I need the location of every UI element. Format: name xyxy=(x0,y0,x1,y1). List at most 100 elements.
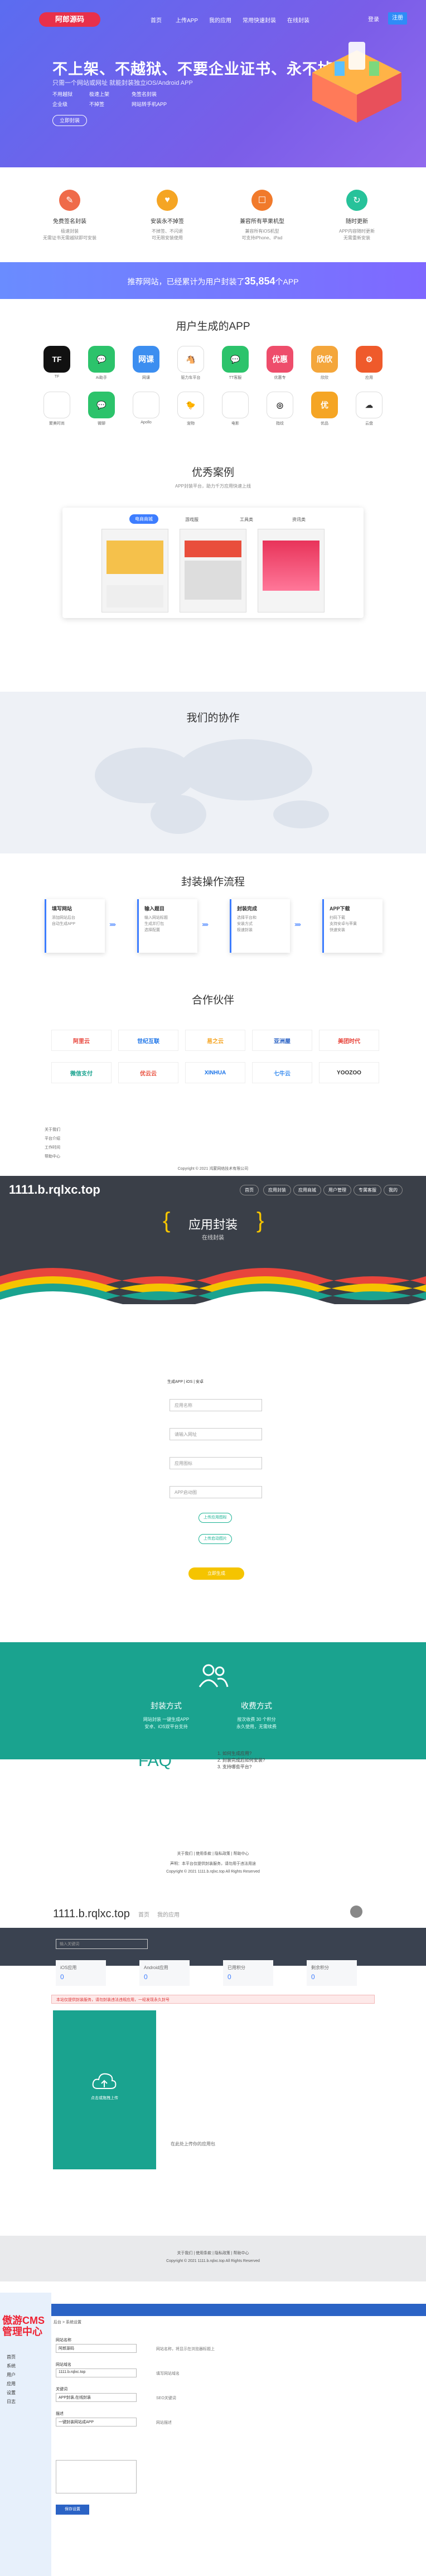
app-icon-item[interactable]: Apollo xyxy=(132,392,161,424)
cases-panel: 电商商城 游戏服 工具类 资讯类 xyxy=(62,508,364,618)
partner-logo[interactable]: 世纪互联 xyxy=(118,1030,178,1051)
nav-online[interactable]: 在线封装 xyxy=(287,16,309,24)
site-domain[interactable]: 1111.b.rqlxc.top xyxy=(9,1183,100,1197)
icon-input[interactable]: 应用图标 xyxy=(170,1457,262,1469)
partner-logo[interactable]: 阿里云 xyxy=(51,1030,112,1051)
partner-logo[interactable]: 微信支付 xyxy=(51,1062,112,1083)
footer-links[interactable]: 关于我们 | 使用条款 | 隐私政策 | 帮助中心 xyxy=(0,1851,426,1856)
app-icon-item[interactable]: ⚙ 应用 xyxy=(355,346,384,380)
faq-item[interactable]: 2. 封装完成后如何安装? xyxy=(217,1757,265,1763)
keywords-input[interactable]: APP封装,在线封装 xyxy=(56,2393,137,2402)
upload-splash-button[interactable]: 上传启动图片 xyxy=(199,1534,232,1544)
platform-radio[interactable]: 生成APP | iOS | 安卓 xyxy=(167,1379,204,1385)
upload-area[interactable]: 点击或拖拽上传 xyxy=(53,2010,156,2169)
search-input[interactable]: 输入关键词 xyxy=(56,1939,148,1949)
generate-button[interactable]: 立即生成 xyxy=(188,1567,244,1580)
wave-decoration xyxy=(0,1268,426,1304)
nav-upload[interactable]: 上传APP xyxy=(176,16,198,24)
app-icon-item[interactable]: ◎ 指纹 xyxy=(265,392,294,426)
app-icon-item[interactable]: 💬 Ai助手 xyxy=(87,346,116,380)
fee-method: 收费方式 按次收费 30 个积分 永久使用，无需续费 xyxy=(236,1701,277,1729)
partner-logo[interactable]: XINHUA xyxy=(185,1062,245,1083)
feature-card: ♥ 安装永不掉签 不掉签、不闪退 可无限安装使用 xyxy=(131,190,204,242)
dash-title[interactable]: 1111.b.rqlxc.top xyxy=(53,1908,130,1921)
admin-menu-item[interactable]: 首页 xyxy=(7,2354,16,2360)
app-icon-item[interactable]: 🐴 驱力车平台 xyxy=(176,346,205,380)
app-icon-item[interactable]: 🐤 宠物 xyxy=(176,392,205,426)
nav-quick[interactable]: 常用快速封装 xyxy=(243,16,276,24)
nav-pill[interactable]: 专属客服 xyxy=(354,1185,381,1195)
partner-logo[interactable]: YOOZOO xyxy=(319,1062,379,1083)
url-input[interactable]: 请输入网址 xyxy=(170,1428,262,1440)
save-button[interactable]: 保存设置 xyxy=(56,2505,89,2515)
footer-link[interactable]: 平台介绍 xyxy=(45,1136,60,1141)
app-logo-icon: 🐤 xyxy=(177,392,204,418)
site-name-input[interactable]: 阿郎源码 xyxy=(56,2344,137,2353)
tab-tools[interactable]: 工具类 xyxy=(240,517,253,523)
partner-logo[interactable]: 七牛云 xyxy=(252,1062,312,1083)
partner-logo[interactable]: 优云云 xyxy=(118,1062,178,1083)
app-logo-icon: ☁ xyxy=(356,392,383,418)
app-icon-item[interactable]: ☁ 云盘 xyxy=(355,392,384,426)
register-button[interactable]: 注册 xyxy=(388,12,407,25)
app-icon-item[interactable]: TF TF xyxy=(42,346,71,379)
app-icon-item[interactable]: 聚美时尚 xyxy=(42,392,71,426)
hero-feature: 不掉签 xyxy=(89,102,105,107)
alert-bar: 本站仅提供封装服务，请勿封装违法违规应用，一经发现永久封号 xyxy=(51,1995,375,2004)
app-name: 聚美时尚 xyxy=(49,422,65,426)
faq-item[interactable]: 1. 如何生成应用? xyxy=(217,1750,251,1757)
site-domain-input[interactable]: 1111.b.rqlxc.top xyxy=(56,2368,137,2377)
app-icon-item[interactable]: 💬 TT客服 xyxy=(221,346,250,380)
tab-game[interactable]: 游戏服 xyxy=(185,517,199,523)
tab-news[interactable]: 资讯类 xyxy=(292,517,306,523)
nav-pill[interactable]: 我的 xyxy=(384,1185,403,1195)
admin-menu-item[interactable]: 设置 xyxy=(7,2390,16,2396)
apps-title: 用户生成的APP xyxy=(176,321,250,332)
cloud-upload-icon xyxy=(92,2073,117,2089)
admin-menu-item[interactable]: 系统 xyxy=(7,2363,16,2369)
footer-link[interactable]: 工作时间 xyxy=(45,1145,60,1150)
app-icon-item[interactable]: 优惠 优惠专 xyxy=(265,346,294,380)
nav-myapps[interactable]: 我的应用 xyxy=(209,16,231,24)
method-section: 封装方式 网站封装 一键生成APP 安卓、iOS双平台支持 收费方式 按次收费 30 … xyxy=(0,1642,426,1759)
site-logo[interactable]: 阿郎源码 xyxy=(39,12,100,27)
nav-pill[interactable]: 应用封装 xyxy=(263,1185,291,1195)
textarea[interactable] xyxy=(56,2460,137,2493)
footer-link[interactable]: 关于我们 xyxy=(45,1127,60,1132)
app-logo-icon: 优惠 xyxy=(267,346,293,373)
nav-home[interactable]: 首页 xyxy=(151,16,162,24)
app-name-input[interactable]: 应用名称 xyxy=(170,1399,262,1411)
dash-tab[interactable]: 我的应用 xyxy=(157,1910,180,1918)
nav-pill[interactable]: 用户管理 xyxy=(323,1185,351,1195)
dash-tab[interactable]: 首页 xyxy=(138,1910,149,1918)
faq-item[interactable]: 3. 支持哪些平台? xyxy=(217,1764,251,1770)
description-input[interactable]: 一键封装网站成APP xyxy=(56,2418,137,2427)
upload-icon-button[interactable]: 上传应用图标 xyxy=(199,1513,232,1523)
hero-cta-button[interactable]: 立即封装 xyxy=(52,115,87,126)
dashboard: 1111.b.rqlxc.top 首页 我的应用 输入关键词 iOS应用 0 An… xyxy=(0,1901,426,2236)
app-icon-item[interactable]: 网课 网课 xyxy=(132,346,161,380)
footer-links[interactable]: 关于我们 | 使用条款 | 隐私政策 | 帮助中心 xyxy=(0,2250,426,2256)
hero-feature: 免签名封装 xyxy=(132,91,157,97)
partners-title: 合作伙伴 xyxy=(191,995,234,1006)
features-section: ✎ 免费签名封装 极速封装 无需证书无需越狱即可安装 ♥ 安装永不掉签 不掉签、不… xyxy=(0,167,426,262)
field-label: 描述 xyxy=(56,2412,64,2416)
admin-menu-item[interactable]: 应用 xyxy=(7,2381,16,2387)
partner-logo[interactable]: 亚洲屋 xyxy=(252,1030,312,1051)
partner-logo[interactable]: 易之云 xyxy=(185,1030,245,1051)
admin-menu-item[interactable]: 用户 xyxy=(7,2372,16,2378)
avatar[interactable] xyxy=(350,1906,362,1918)
nav-pill[interactable]: 首页 xyxy=(240,1185,259,1195)
app-icon-item[interactable]: 电影 xyxy=(221,392,250,426)
app-icon-item[interactable]: 💬 微聊 xyxy=(87,392,116,426)
partner-logo[interactable]: 美团时代 xyxy=(319,1030,379,1051)
splash-input[interactable]: APP启动图 xyxy=(170,1486,262,1498)
nav-pill[interactable]: 应用商城 xyxy=(293,1185,321,1195)
stat-box: iOS应用 0 xyxy=(56,1960,106,1986)
app-icon-item[interactable]: 欣欣 欣欣 xyxy=(310,346,339,380)
app-icon-item[interactable]: 优优品 xyxy=(310,392,339,426)
admin-menu-item[interactable]: 日志 xyxy=(7,2399,16,2405)
login-button[interactable]: 登录 xyxy=(368,15,379,23)
footer-link[interactable]: 帮助中心 xyxy=(45,1154,60,1159)
tab-ecommerce[interactable]: 电商商城 xyxy=(129,514,158,524)
